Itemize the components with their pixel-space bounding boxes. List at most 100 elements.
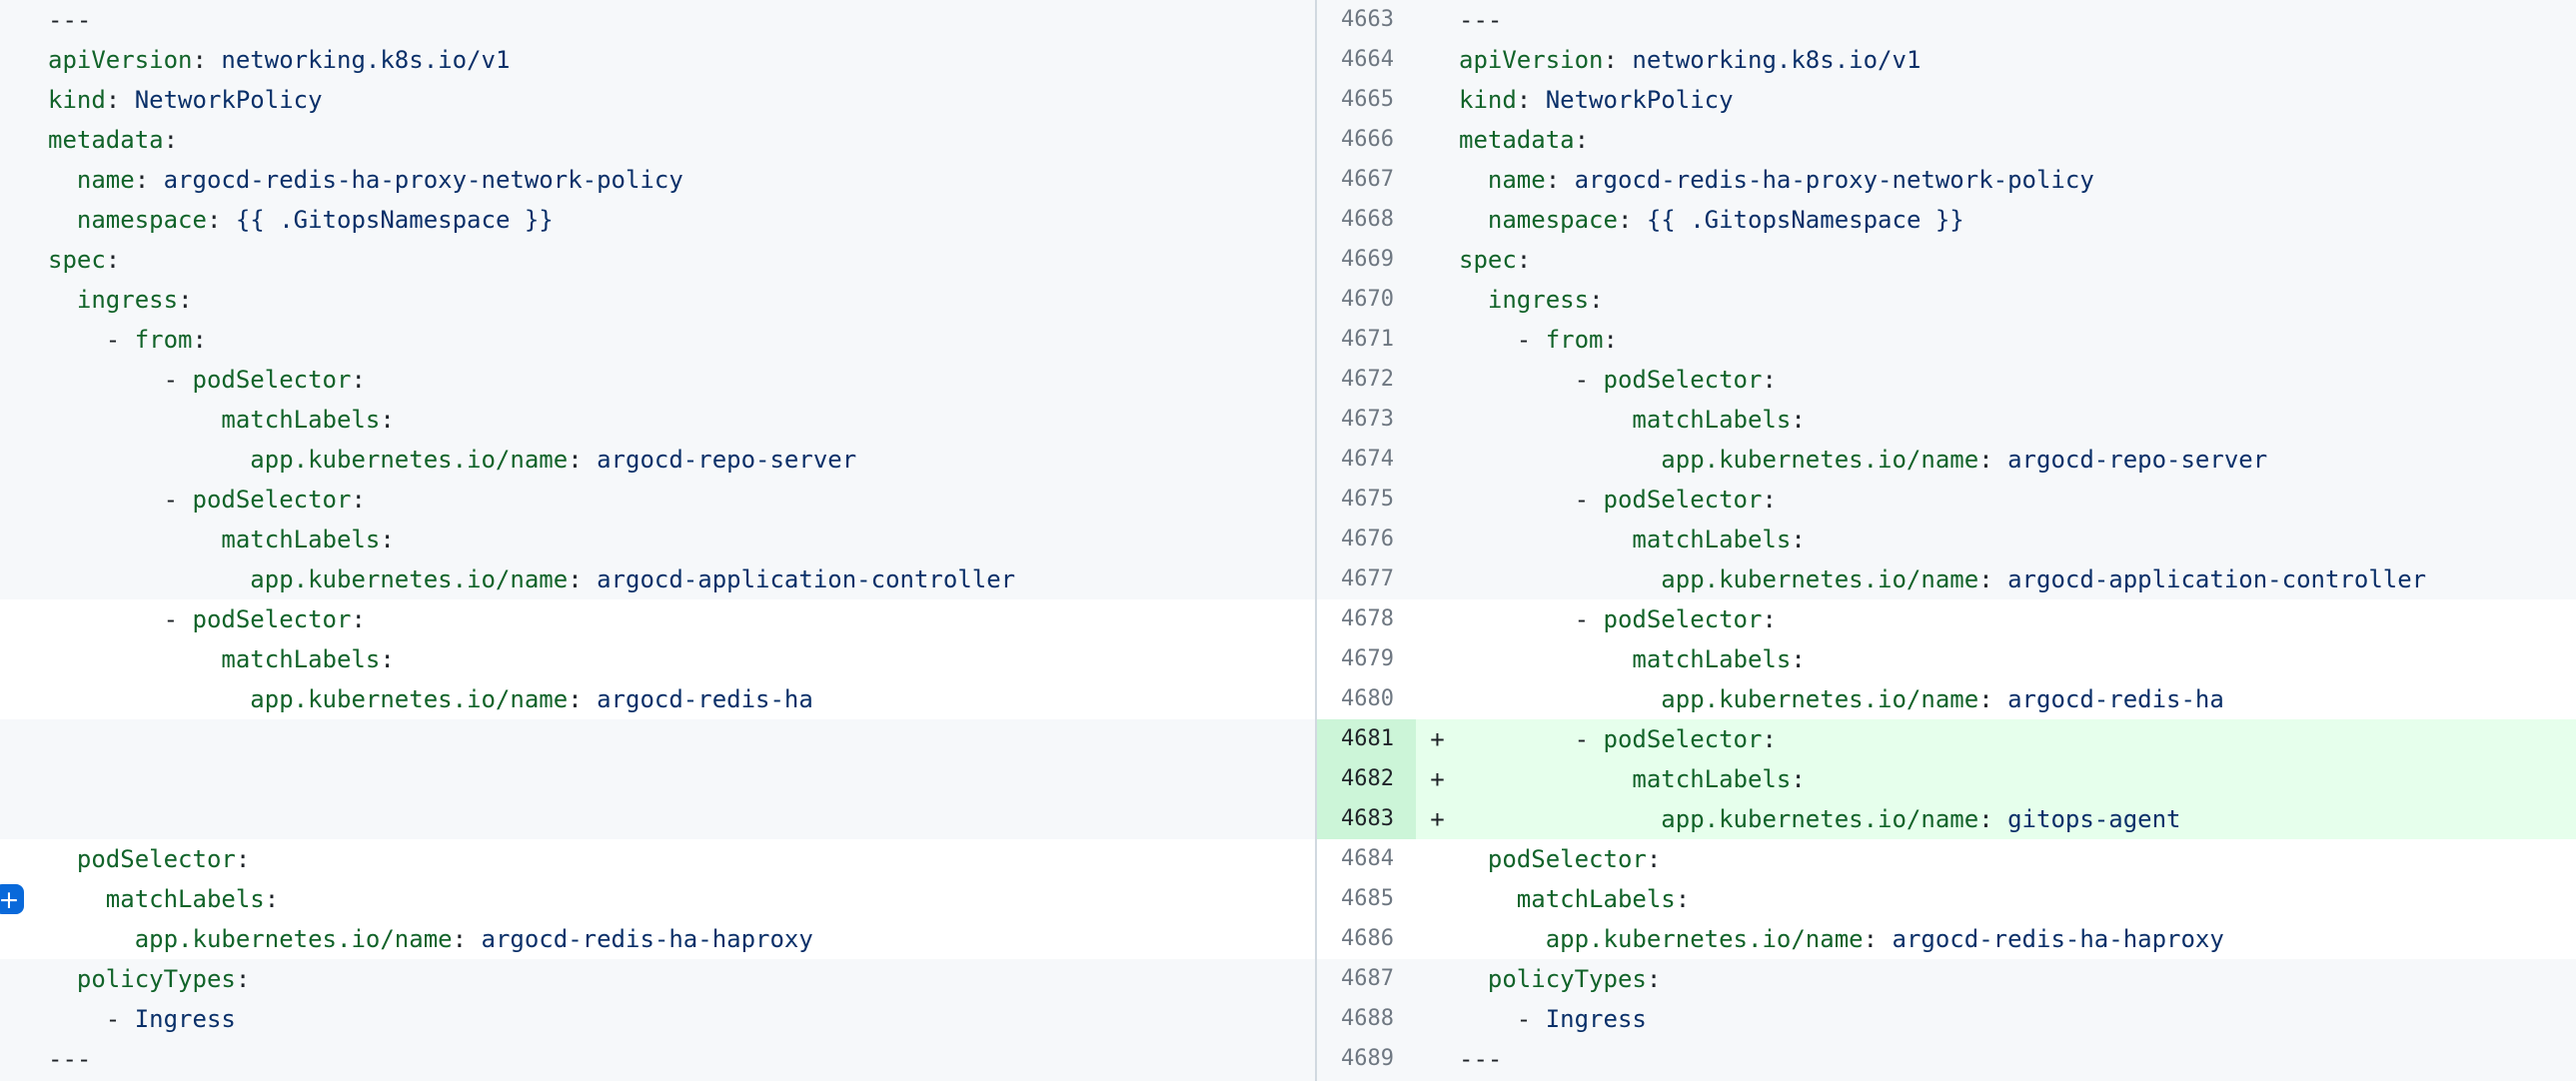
line-number[interactable]: 4682 [1315,759,1416,799]
line-number[interactable]: 4666 [1315,120,1416,160]
diff-marker-left [6,120,48,160]
line-number[interactable]: 4675 [1315,480,1416,520]
diff-left-code-cell: app.kubernetes.io/name: argocd-redis-ha [0,679,1315,719]
plain-token: : [135,166,164,194]
diff-left-empty-cell [0,719,1315,759]
line-number[interactable]: 4678 [1315,599,1416,639]
yaml-key-token: matchLabels [221,526,380,553]
line-number[interactable]: 4689 [1315,1039,1416,1081]
line-number[interactable]: 4676 [1315,520,1416,559]
line-number[interactable]: 4680 [1315,679,1416,719]
line-number[interactable]: 4674 [1315,440,1416,480]
line-number[interactable]: 4688 [1315,999,1416,1039]
yaml-key-token: metadata [1459,126,1575,154]
diff-right-code-cell: - Ingress [1416,999,2576,1039]
diff-marker-right: + [1416,759,1459,799]
add-comment-button[interactable]: + [0,884,24,914]
line-number[interactable]: 4663 [1315,0,1416,40]
yaml-key-token: matchLabels [221,406,380,434]
yaml-value-token: networking.k8s.io/v1 [221,46,510,74]
plain-token: : [1791,526,1805,553]
diff-marker-right [1416,40,1459,80]
line-number[interactable]: 4685 [1315,879,1416,919]
diff-right-code-cell: podSelector: [1416,839,2576,879]
diff-marker-right [1416,639,1459,679]
diff-marker-left [6,0,48,40]
diff-left-empty-cell [0,759,1315,799]
code-line-right: - podSelector: [1459,360,1777,400]
plain-token: : [380,526,394,553]
plain-token [1459,885,1517,913]
yaml-key-token: policyTypes [77,965,236,993]
line-number[interactable]: 4665 [1315,80,1416,120]
code-line-right: - from: [1459,320,1618,360]
yaml-value-token: {{ .GitopsNamespace }} [1647,206,1964,234]
plain-token: : [1517,86,1546,114]
plain-token [1459,805,1661,833]
yaml-key-token: podSelector [193,486,352,514]
plain-token: : [1791,765,1805,793]
diff-marker-left [6,160,48,200]
yaml-value-token: argocd-application-controller [2007,565,2426,593]
code-line-right: name: argocd-redis-ha-proxy-network-poli… [1459,160,2094,200]
yaml-key-token: ingress [77,286,178,314]
line-number[interactable]: 4672 [1315,360,1416,400]
line-number[interactable]: 4677 [1315,559,1416,599]
plain-token: : [236,845,250,873]
line-number[interactable]: 4681 [1315,719,1416,759]
plain-token: - [48,1005,135,1033]
plain-token [48,685,250,713]
diff-left-code-cell: matchLabels: [0,520,1315,559]
diff-marker-left [6,759,48,799]
code-line-left: metadata: [48,120,178,160]
diff-right-code-cell: app.kubernetes.io/name: argocd-redis-ha-… [1416,919,2576,959]
line-number[interactable]: 4664 [1315,40,1416,80]
yaml-value-token: networking.k8s.io/v1 [1632,46,1921,74]
diff-left-code-cell: - Ingress [0,999,1315,1039]
diff-marker-right: + [1416,799,1459,839]
diff-marker-left [6,639,48,679]
line-number[interactable]: 4683 [1315,799,1416,839]
plain-token [48,845,77,873]
diff-right-code-cell: - podSelector: [1416,480,2576,520]
yaml-key-token: app.kubernetes.io/name [250,565,568,593]
diff-marker-left [6,1039,48,1081]
diff-right-code-cell: - podSelector: [1416,360,2576,400]
line-number[interactable]: 4679 [1315,639,1416,679]
line-number[interactable]: 4669 [1315,240,1416,280]
diff-right-code-cell: apiVersion: networking.k8s.io/v1 [1416,40,2576,80]
line-number[interactable]: 4670 [1315,280,1416,320]
code-line-right: - podSelector: [1459,599,1777,639]
line-number[interactable]: 4673 [1315,400,1416,440]
plain-token [1459,765,1632,793]
diff-marker-left [6,839,48,879]
plain-token: : [193,326,207,354]
diff-marker-left [6,400,48,440]
yaml-key-token: name [1488,166,1546,194]
diff-right-code-cell: app.kubernetes.io/name: argocd-applicati… [1416,559,2576,599]
yaml-key-token: podSelector [1604,725,1763,753]
yaml-key-token: namespace [77,206,207,234]
yaml-key-token: kind [1459,86,1517,114]
diff-right-code-cell: --- [1416,0,2576,40]
line-number[interactable]: 4668 [1315,200,1416,240]
diff-right-code-cell: kind: NetworkPolicy [1416,80,2576,120]
diff-right-code-cell: name: argocd-redis-ha-proxy-network-poli… [1416,160,2576,200]
diff-right-code-cell: app.kubernetes.io/name: argocd-redis-ha [1416,679,2576,719]
line-number[interactable]: 4686 [1315,919,1416,959]
code-line-left: spec: [48,240,120,280]
diff-marker-right [1416,440,1459,480]
line-number[interactable]: 4671 [1315,320,1416,360]
code-line-left: matchLabels: [48,400,395,440]
line-number[interactable]: 4684 [1315,839,1416,879]
code-line-left: app.kubernetes.io/name: argocd-redis-ha-… [48,919,813,959]
code-line-left: - podSelector: [48,599,366,639]
diff-row: ingress:4670 ingress: [0,280,2576,320]
diff-right-code-cell: matchLabels: [1416,639,2576,679]
plain-token: : [1762,605,1776,633]
code-line-left: - podSelector: [48,360,366,400]
diff-marker-right [1416,999,1459,1039]
line-number[interactable]: 4687 [1315,959,1416,999]
line-number[interactable]: 4667 [1315,160,1416,200]
plain-token: : [236,965,250,993]
